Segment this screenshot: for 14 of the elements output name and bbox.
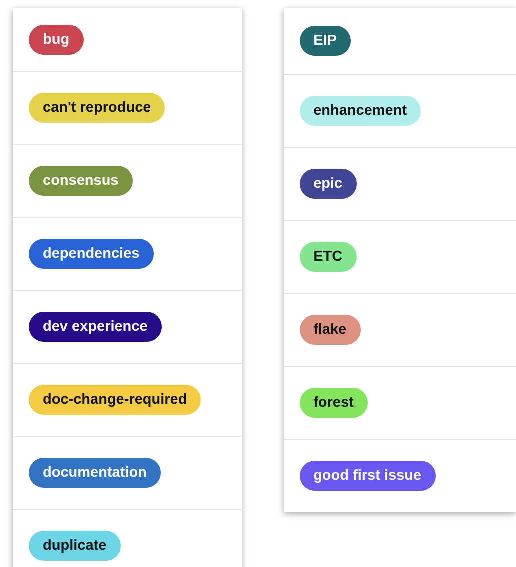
label-tag[interactable]: dev experience: [29, 312, 162, 342]
label-tag[interactable]: good first issue: [300, 461, 436, 491]
label-tag[interactable]: EIP: [300, 26, 351, 56]
label-tag[interactable]: flake: [300, 315, 361, 345]
label-tag[interactable]: dependencies: [29, 239, 154, 269]
label-tag[interactable]: epic: [300, 169, 357, 199]
label-tag[interactable]: forest: [300, 388, 368, 418]
label-tag[interactable]: documentation: [29, 458, 161, 488]
label-tag[interactable]: can't reproduce: [29, 93, 166, 123]
label-tag[interactable]: ETC: [300, 242, 357, 272]
label-tag[interactable]: bug: [29, 24, 84, 54]
label-tag[interactable]: duplicate: [29, 531, 121, 561]
label-tag[interactable]: doc-change-required: [29, 385, 202, 415]
label-tag[interactable]: enhancement: [300, 96, 422, 126]
